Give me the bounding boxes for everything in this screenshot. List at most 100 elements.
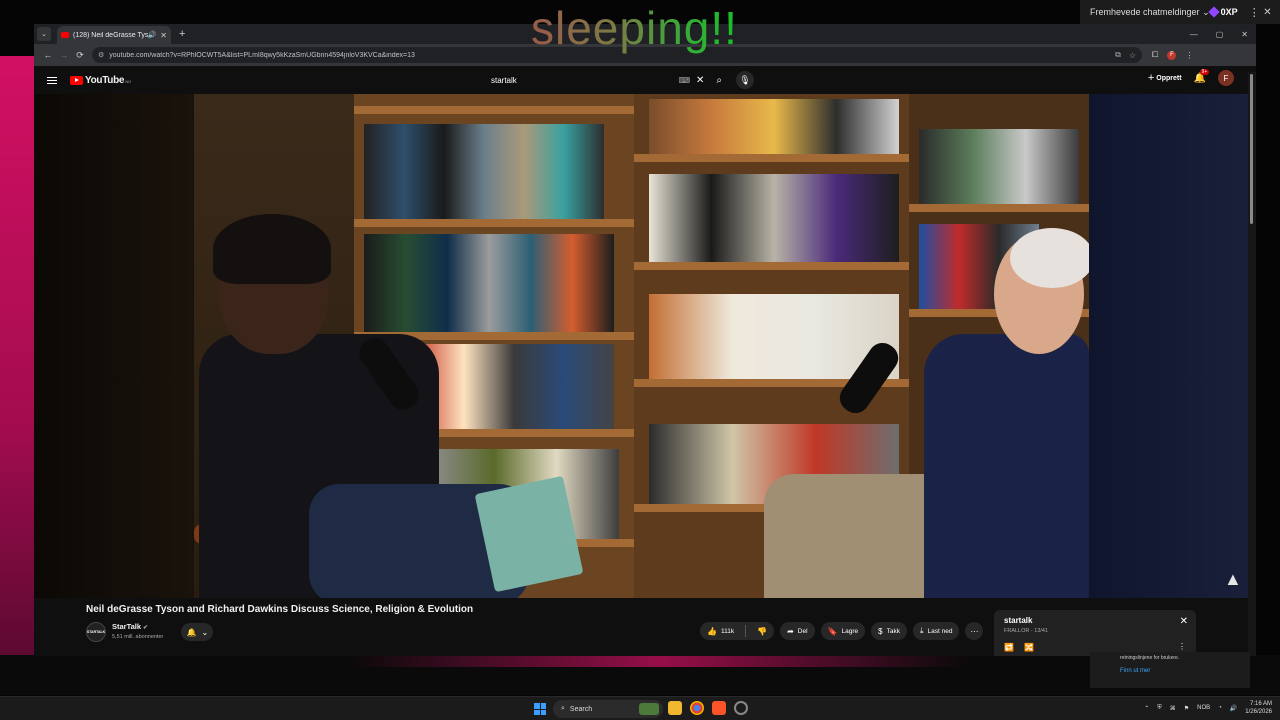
chat-widget-label[interactable]: Fremhevede chatmeldinger ⌄: [1090, 7, 1210, 18]
audio-playing-icon[interactable]: 🔊: [148, 31, 157, 39]
notifications-bell-icon[interactable]: 🔔 9+: [1194, 68, 1210, 84]
startalk-watermark-icon[interactable]: ▲: [1224, 569, 1242, 590]
youtube-wordmark: YouTube: [85, 74, 125, 86]
browser-menu-icon[interactable]: ⋮: [1185, 51, 1193, 60]
share-button[interactable]: ➦ Del: [780, 622, 815, 640]
install-app-icon[interactable]: ⧉: [1115, 50, 1121, 60]
back-button[interactable]: ←: [40, 50, 56, 60]
extensions-icon[interactable]: ⧠: [1152, 50, 1158, 60]
like-button[interactable]: 👍 111k: [700, 622, 741, 640]
subscriber-count: 5,51 mill. abonnenter: [112, 634, 164, 640]
close-icon[interactable]: ✕: [1180, 616, 1188, 627]
system-tray: ⌃ ⛨ ⌘ ⚑ NOB ◔ 🔊 7:16 AM 1/26/2026: [1144, 700, 1272, 716]
tab-youtube[interactable]: (128) Neil deGrasse Tyson a 🔊 ✕: [57, 26, 171, 44]
bookmark-icon: 🔖: [827, 626, 838, 636]
tab-close-icon[interactable]: ✕: [160, 31, 167, 40]
subscription-bell-button[interactable]: 🔔 ⌄: [181, 623, 214, 641]
search-icon: ⌕: [561, 705, 565, 712]
ambient-left: [34, 94, 194, 598]
card-text: retningslinjene for brukere.: [1120, 655, 1180, 661]
clock[interactable]: 7:16 AM 1/26/2026: [1245, 700, 1272, 716]
microphone-icon[interactable]: 🎙: [736, 71, 754, 89]
youtube-play-icon: [70, 75, 83, 85]
youtube-search-box[interactable]: startalk ⌨ ✕ ⌕ 🎙: [482, 70, 754, 90]
account-avatar[interactable]: F: [1218, 70, 1234, 86]
more-actions-icon[interactable]: ⋯: [965, 622, 984, 640]
playlist-title[interactable]: startalk: [1004, 616, 1186, 625]
thumbs-down-icon: 👎: [757, 626, 768, 636]
channel-row: STARTALK StarTalk ✔ 5,51 mill. abonnenter…: [86, 622, 214, 642]
points-badge[interactable]: 0XP: [1207, 6, 1238, 18]
wifi-icon[interactable]: ◔: [1218, 705, 1222, 711]
reload-button[interactable]: ⟳: [72, 50, 88, 61]
network-icon[interactable]: ⌘: [1170, 705, 1176, 712]
close-icon[interactable]: ✕: [1261, 7, 1274, 18]
clock-date: 1/26/2026: [1245, 709, 1272, 715]
download-button[interactable]: ⤓ Last ned: [912, 622, 960, 640]
books-row: [919, 129, 1079, 204]
video-frame[interactable]: [194, 94, 1089, 598]
host-person: [199, 214, 529, 598]
menu-icon[interactable]: [47, 75, 57, 86]
like-dislike-pill: 👍 111k 👎: [700, 622, 775, 640]
create-button[interactable]: + Opprett: [1148, 72, 1182, 84]
youtube-logo[interactable]: YouTube NO: [70, 75, 131, 86]
channel-name[interactable]: StarTalk ✔: [112, 622, 163, 633]
notifications-badge: 9+: [1199, 68, 1210, 75]
more-options-icon[interactable]: ⋮: [1248, 6, 1261, 19]
chevron-up-icon[interactable]: ⌃: [1144, 705, 1149, 712]
maximize-button[interactable]: ▢: [1216, 30, 1224, 39]
window-close-button[interactable]: ✕: [1241, 30, 1248, 39]
tab-search-button[interactable]: ⌄: [37, 27, 51, 41]
taskbar-search[interactable]: ⌕ Search: [553, 700, 663, 718]
window-controls: — ▢ ✕: [1190, 30, 1256, 39]
channel-meta: StarTalk ✔ 5,51 mill. abonnenter: [112, 622, 163, 642]
books-row: [649, 99, 899, 154]
shuffle-icon[interactable]: 🔀: [1024, 643, 1034, 652]
video-player[interactable]: ▲: [34, 94, 1248, 598]
forward-button[interactable]: →: [56, 50, 72, 60]
brave-icon[interactable]: [712, 701, 726, 715]
browser-window: ⌄ (128) Neil deGrasse Tyson a 🔊 ✕ + — ▢ …: [34, 24, 1256, 656]
file-explorer-icon[interactable]: [668, 701, 682, 715]
scrollbar-thumb[interactable]: [1250, 74, 1253, 224]
loop-icon[interactable]: 🔁: [1004, 643, 1014, 652]
site-info-icon[interactable]: ⚙: [98, 51, 104, 59]
chat-highlight-widget[interactable]: Fremhevede chatmeldinger ⌄ 0XP ⋮ ✕: [1080, 0, 1280, 24]
share-icon: ➦: [787, 626, 794, 636]
playlist-more-icon[interactable]: ⋮: [1178, 642, 1186, 651]
bookmark-star-icon[interactable]: ☆: [1129, 51, 1136, 60]
ambient-right: [1089, 94, 1248, 598]
clock-time: 7:16 AM: [1249, 701, 1272, 707]
refresh-app-icon[interactable]: [734, 701, 748, 715]
search-input[interactable]: startalk: [491, 76, 678, 85]
region-code: NO: [125, 78, 132, 84]
language-indicator[interactable]: NOB: [1197, 705, 1210, 711]
security-icon[interactable]: ⛨: [1157, 705, 1162, 712]
profile-avatar-small[interactable]: F: [1167, 50, 1177, 60]
channel-avatar[interactable]: STARTALK: [86, 622, 106, 642]
windows-start-icon[interactable]: [534, 703, 546, 715]
header-actions: + Opprett 🔔 9+ F: [1148, 68, 1234, 86]
learn-more-link[interactable]: Finn ut mer: [1120, 668, 1150, 674]
clear-search-icon[interactable]: ✕: [696, 75, 704, 86]
minimize-button[interactable]: —: [1190, 30, 1198, 39]
playlist-panel[interactable]: startalk FRALLOR - 13/41 ✕ 🔁 🔀 ⋮: [994, 610, 1196, 656]
toolbar-icons: ⧠ F ⋮: [1152, 50, 1193, 60]
chrome-icon[interactable]: [690, 701, 704, 715]
playlist-position: FRALLOR - 13/41: [1004, 628, 1049, 634]
thanks-button[interactable]: $ Takk: [871, 622, 907, 640]
page-scrollbar[interactable]: [1248, 72, 1256, 656]
video-info: Neil deGrasse Tyson and Richard Dawkins …: [34, 598, 1248, 656]
flag-icon[interactable]: ⚑: [1184, 705, 1189, 712]
search-icon[interactable]: ⌕: [716, 75, 722, 86]
volume-icon[interactable]: 🔊: [1230, 705, 1237, 712]
keyboard-icon[interactable]: ⌨: [678, 76, 690, 85]
dislike-button[interactable]: 👎: [750, 622, 774, 640]
stream-overlay-text: sleeping!!: [531, 2, 738, 54]
save-button[interactable]: 🔖 Lagre: [820, 622, 866, 640]
gem-icon: [1207, 6, 1220, 18]
tab-title: (128) Neil deGrasse Tyson a: [73, 31, 148, 39]
new-tab-button[interactable]: +: [179, 28, 185, 40]
verified-icon: ✔: [143, 625, 149, 631]
